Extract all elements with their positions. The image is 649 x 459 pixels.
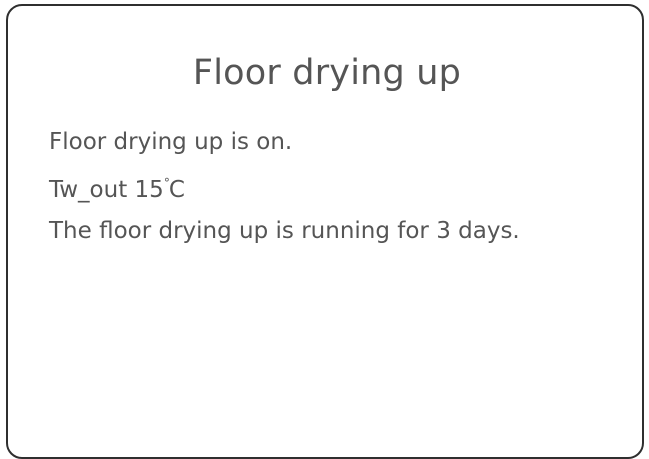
running-days-text: The floor drying up is running for 3 day… [49,218,520,244]
panel-title: Floor drying up [192,53,462,93]
floor-drying-panel: Floor drying up Floor drying up is on. T… [6,4,644,459]
tw-out-value: 15 [134,177,164,203]
floor-drying-status-text: Floor drying up is on. [49,129,293,155]
tw-out-unit: C [168,177,185,203]
tw-out-readout: Tw_out 15°C [49,163,634,211]
tw-out-label: Tw_out [49,177,128,203]
status-text-block: Floor drying up is on. Tw_out 15°C The f… [49,122,634,252]
